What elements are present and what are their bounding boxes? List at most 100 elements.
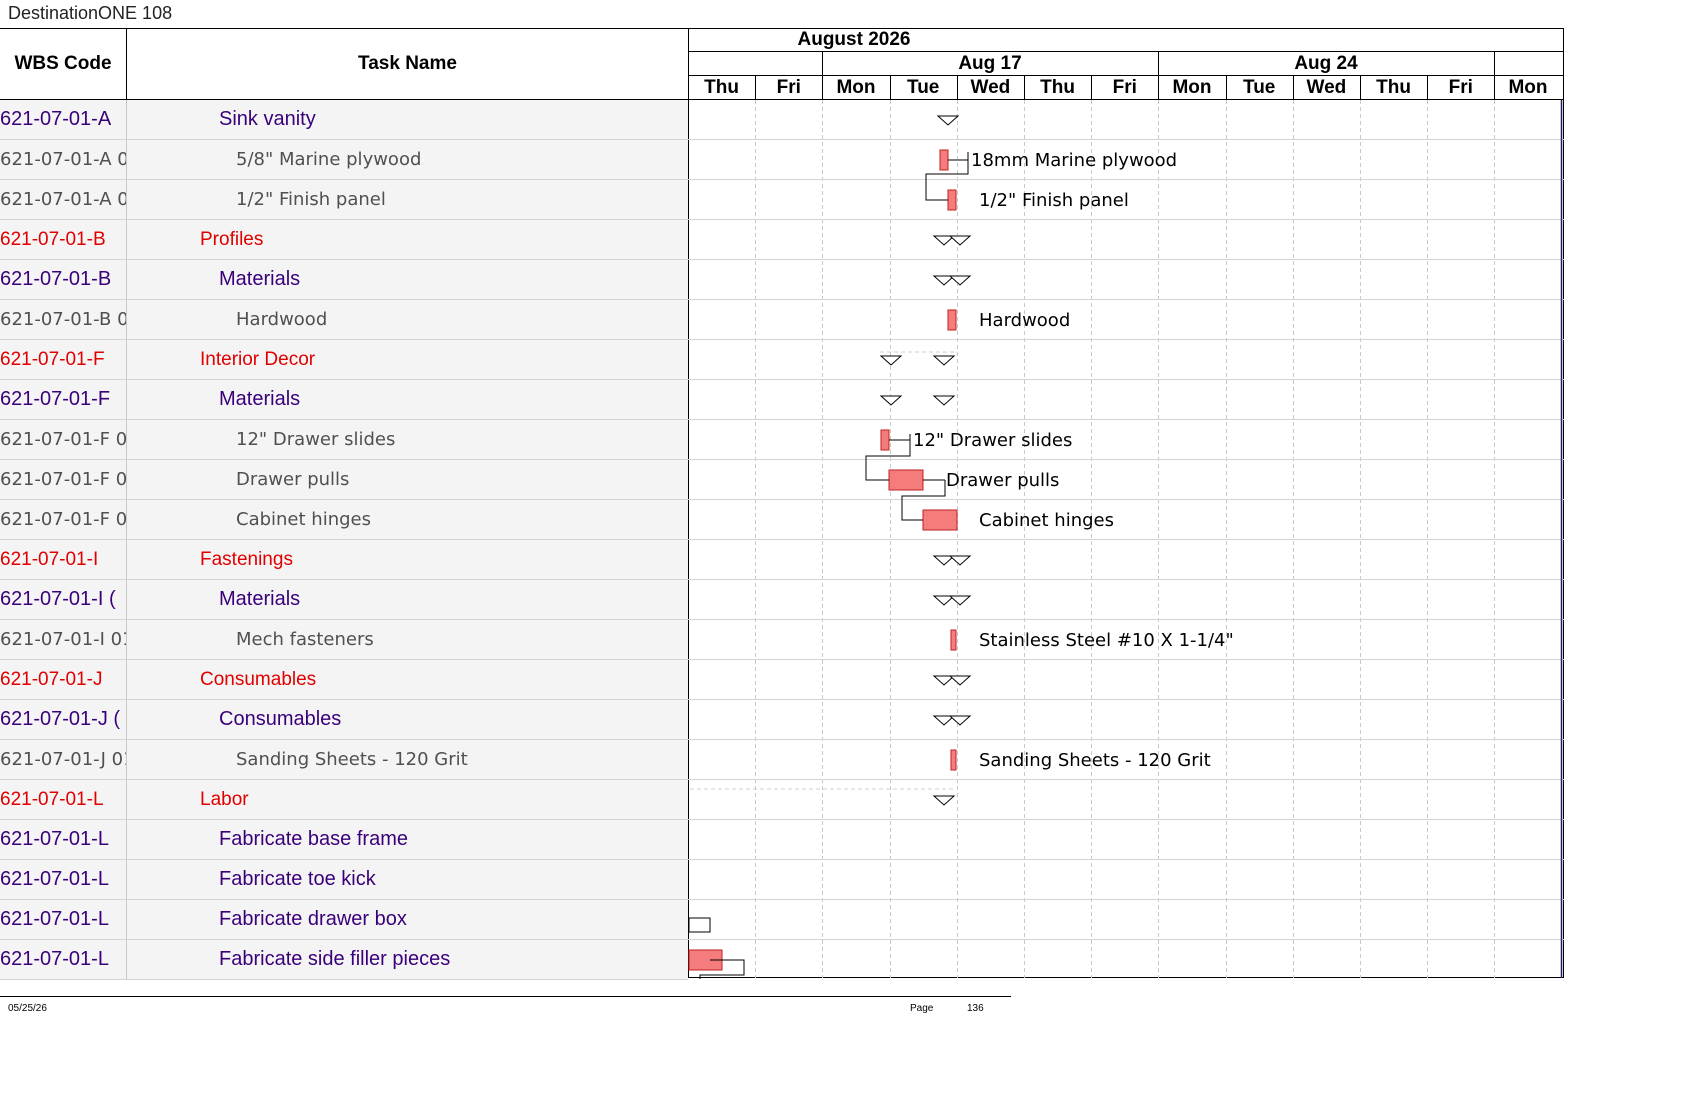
task-row[interactable]: 621-07-01-F Interior Decor	[0, 340, 688, 380]
task-row[interactable]: 621-07-01-I Fastenings	[0, 540, 688, 580]
task-name: 1/2" Finish panel	[236, 189, 386, 210]
week-header-aug-17: Aug 17	[958, 52, 1022, 74]
wbs-divider	[126, 380, 127, 419]
month-header: August 2026	[797, 29, 911, 50]
wbs-code: 621-07-01-L	[0, 868, 109, 890]
wbs-code: 621-07-01-F	[0, 388, 111, 410]
task-row[interactable]: 621-07-01-B 0 Hardwood	[0, 300, 688, 340]
task-row[interactable]: 621-07-01-J Consumables	[0, 660, 688, 700]
wbs-code: 621-07-01-A 0	[0, 189, 126, 210]
wbs-divider	[126, 940, 127, 979]
week-divider	[1494, 52, 1495, 99]
day-header: Thu	[1040, 76, 1075, 98]
wbs-code: 621-07-01-F 0	[0, 429, 126, 450]
task-row[interactable]: 621-07-01-F Materials	[0, 380, 688, 420]
task-row[interactable]: 621-07-01-B Materials	[0, 260, 688, 300]
wbs-code: 621-07-01-F	[0, 349, 105, 370]
month-rule	[688, 51, 1564, 52]
task-row[interactable]: 621-07-01-L Fabricate drawer box	[0, 900, 688, 940]
wbs-divider	[126, 180, 127, 219]
task-name: Fastenings	[200, 549, 293, 570]
task-row[interactable]: 621-07-01-B Profiles	[0, 220, 688, 260]
task-name: Mech fasteners	[236, 629, 374, 650]
wbs-code: 621-07-01-J	[0, 669, 103, 690]
task-name: Drawer pulls	[236, 469, 350, 490]
wbs-divider	[126, 29, 127, 99]
wbs-code: 621-07-01-F 0	[0, 469, 126, 490]
task-row[interactable]: 621-07-01-I ( Materials	[0, 580, 688, 620]
task-name: Consumables	[200, 669, 317, 690]
task-row[interactable]: 621-07-01-J (Consumables	[0, 700, 688, 740]
task-name: Materials	[219, 588, 301, 610]
task-name: Fabricate side filler pieces	[219, 948, 451, 970]
wbs-divider	[126, 540, 127, 579]
day-divider	[1226, 76, 1227, 99]
week-divider	[822, 52, 823, 99]
task-row[interactable]: 621-07-01-I 01 Mech fasteners	[0, 620, 688, 660]
document-title: DestinationONE 108	[8, 3, 173, 23]
wbs-divider	[126, 220, 127, 259]
task-row[interactable]: 621-07-01-L Labor	[0, 780, 688, 820]
day-header: Mon	[1508, 76, 1548, 98]
day-header: Tue	[1243, 76, 1276, 98]
wbs-code: 621-07-01-L	[0, 908, 109, 930]
wbs-code: 621-07-01-B 0	[0, 309, 126, 330]
wbs-divider	[126, 260, 127, 299]
task-name: Fabricate toe kick	[219, 868, 376, 890]
day-divider	[890, 76, 891, 99]
task-row[interactable]: 621-07-01-L Fabricate base frame	[0, 820, 688, 860]
day-header: Fri	[776, 76, 801, 98]
wbs-code: 621-07-01-L	[0, 828, 109, 850]
wbs-code: 621-07-01-J (	[0, 708, 121, 730]
print-date: 05/25/26	[8, 1003, 47, 1014]
wbs-code: 621-07-01-A	[0, 108, 112, 130]
wbs-column-header[interactable]: WBS Code	[0, 29, 126, 99]
task-name: Sanding Sheets - 120 Grit	[236, 749, 468, 770]
wbs-divider	[126, 420, 127, 459]
task-name: Hardwood	[236, 309, 328, 330]
day-divider	[1427, 76, 1428, 99]
task-row[interactable]: 621-07-01-A Sink vanity	[0, 100, 688, 140]
wbs-divider	[126, 660, 127, 699]
task-row[interactable]: 621-07-01-J 01 Sanding Sheets - 120 Grit	[0, 740, 688, 780]
day-header: Wed	[970, 76, 1011, 98]
wbs-code: 621-07-01-J 01	[0, 749, 126, 770]
day-divider	[1024, 76, 1025, 99]
wbs-divider	[126, 700, 127, 739]
task-name: Fabricate base frame	[219, 828, 408, 850]
task-row[interactable]: 621-07-01-F 0 Drawer pulls	[0, 460, 688, 500]
task-column-header[interactable]: Task Name	[127, 29, 688, 99]
page-number: 136	[967, 1003, 984, 1014]
page-label: Page	[910, 1003, 934, 1014]
day-divider	[1091, 76, 1092, 99]
wbs-divider	[126, 580, 127, 619]
task-row[interactable]: 621-07-01-L Fabricate toe kick	[0, 860, 688, 900]
task-name: 5/8" Marine plywood	[236, 149, 422, 170]
week-header-aug-24: Aug 24	[1294, 52, 1358, 74]
week-divider	[1158, 52, 1159, 99]
wbs-divider	[126, 300, 127, 339]
wbs-divider	[126, 620, 127, 659]
day-header: Thu	[1376, 76, 1411, 98]
task-row[interactable]: 621-07-01-L Fabricate side filler pieces	[0, 940, 688, 980]
task-row[interactable]: 621-07-01-A 0 1/2" Finish panel	[0, 180, 688, 220]
wbs-code: 621-07-01-I (	[0, 588, 116, 610]
day-header: Mon	[836, 76, 876, 98]
wbs-divider	[126, 740, 127, 779]
task-name: Materials	[219, 268, 301, 290]
day-divider	[957, 76, 958, 99]
task-row[interactable]: 621-07-01-F 0 12" Drawer slides	[0, 420, 688, 460]
task-row[interactable]: 621-07-01-A 0 5/8" Marine plywood	[0, 140, 688, 180]
day-header: Fri	[1112, 76, 1137, 98]
task-name: Sink vanity	[219, 108, 316, 130]
wbs-divider	[126, 820, 127, 859]
wbs-code: 621-07-01-L	[0, 948, 109, 970]
wbs-code: 621-07-01-A 0	[0, 149, 126, 170]
wbs-code: 621-07-01-F 0	[0, 509, 126, 530]
task-name: Profiles	[200, 229, 264, 250]
wbs-divider	[126, 500, 127, 539]
task-name: Interior Decor	[200, 349, 316, 370]
task-name: Fabricate drawer box	[219, 908, 407, 930]
task-row[interactable]: 621-07-01-F 0 Cabinet hinges	[0, 500, 688, 540]
day-header: Thu	[704, 76, 739, 98]
